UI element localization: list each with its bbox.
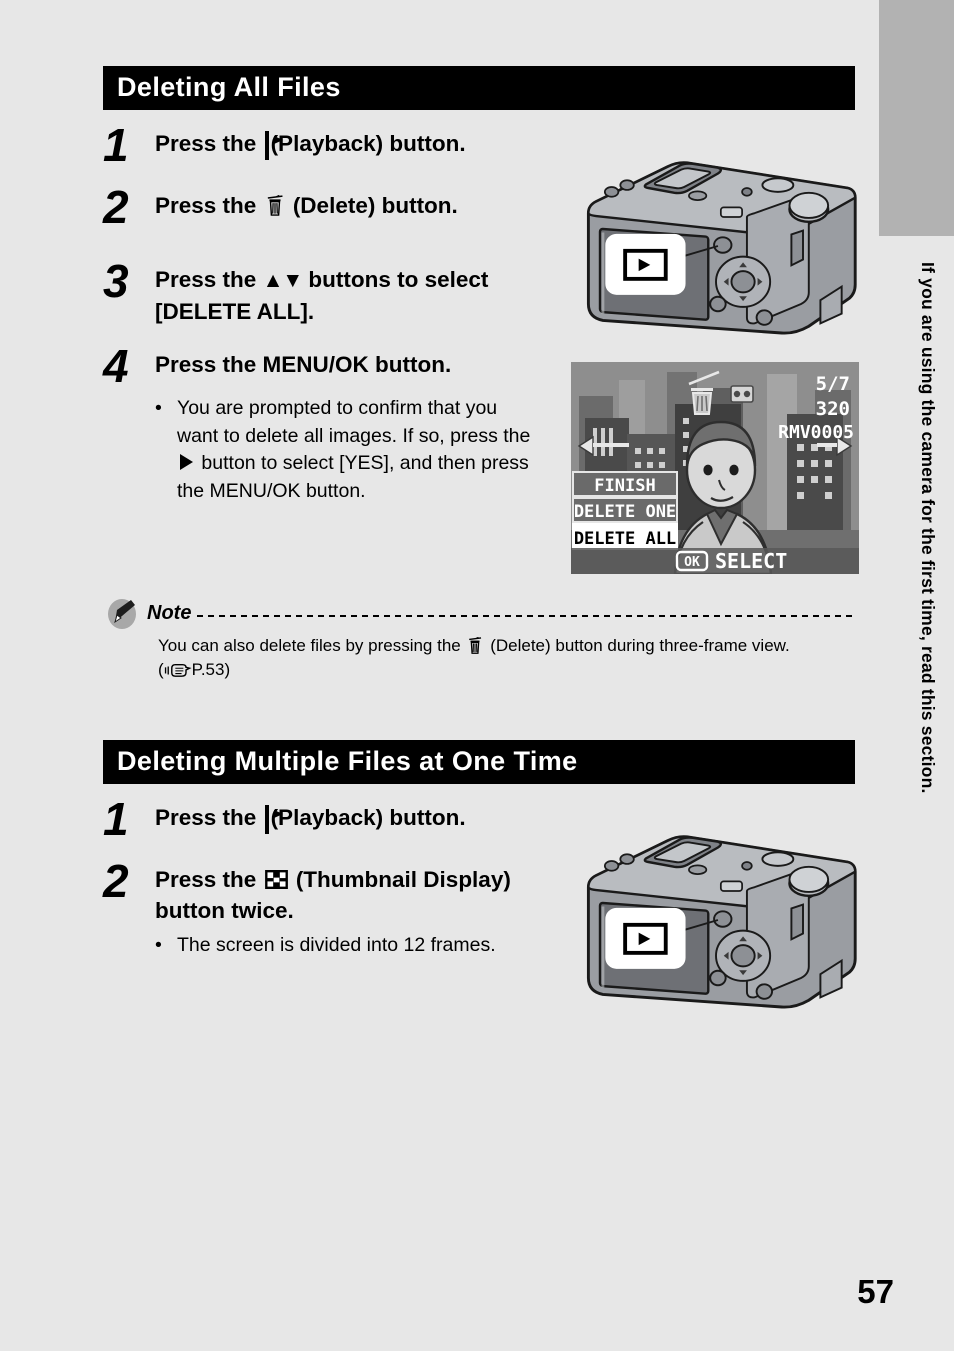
bullet-text: You are prompted to confirm that you wan… [177,395,537,505]
note-ref-page: P.53 [191,660,225,679]
step-2-thumbnail-display: 2 Press the (Thumbnail Display) button t… [103,858,571,926]
bullet-text-part2: button to select [YES], and then press t… [177,452,529,502]
step-text-pre: Press the [155,267,263,292]
note-body: You can also delete files by pressing th… [158,634,855,682]
note-dashed-rule [197,614,855,617]
step-4-bullet: • You are prompted to confirm that you w… [155,395,571,505]
step-3-select-delete-all: 3 Press the ▲▼ buttons to select [DELETE… [103,258,571,327]
step-body: Press the MENU/OK button. [155,352,452,377]
edge-index-tab [879,0,954,236]
lcd-footer-label: SELECT [715,549,787,573]
lcd-menu-list: FINISH DELETE ONE DELETE ALL [572,471,678,550]
note-label: Note [147,602,192,624]
lcd-resolution: 320 [816,398,850,420]
note-text-part2: (Delete) button during three-frame view. [485,636,790,655]
thumbnail-display-icon [264,870,288,889]
step-text-pre: Press the [155,805,263,830]
lcd-menu-item-delete-all: DELETE ALL [574,529,676,549]
section-2-figure-column [571,784,861,1018]
step-4-press-menu-ok: 4 Press the MENU/OK button. [103,343,571,389]
step-1-playback: 1 Press the (Playback) button. [103,122,571,168]
step-text-pre: Press the [155,131,263,156]
section-2-text-column: 1 Press the (Playback) button. 2 Press t… [103,784,571,960]
camera-illustration-playback [586,161,857,335]
lcd-menu-item-delete-one: DELETE ONE [574,502,676,522]
note-text-part1: You can also delete files by pressing th… [158,636,466,655]
step-text-pre: Press the [155,193,263,218]
step-number: 4 [103,340,129,392]
step-number: 2 [103,855,129,907]
note-header: Note [103,596,855,630]
step-1-playback: 1 Press the (Playback) button. [103,796,571,842]
page-number: 57 [857,1273,894,1310]
note-block: Note You can also delete files by pressi… [103,596,855,682]
playback-icon [264,131,269,160]
step-body: Press the (Thumbnail Display) button twi… [155,858,571,926]
section-1-text-column: 1 Press the (Playback) button. 2 Press t… [103,110,571,505]
section-header-deleting-multiple-files: Deleting Multiple Files at One Time [103,740,855,784]
delete-trash-icon [469,637,482,654]
camera-illustration-playback [586,835,857,1009]
section-1-figure-column: 5/7 320 RMV0005 FINISH DELETE ONE DELETE… [571,110,861,574]
step-2-bullet: • The screen is divided into 12 frames. [155,932,571,960]
step-text-post: (Delete) button. [286,193,458,218]
step-number: 1 [103,793,129,845]
step-body: Press the (Playback) button. [155,796,466,835]
section-header-deleting-all-files: Deleting All Files [103,66,855,110]
step-number: 1 [103,119,129,171]
lcd-menu-item-finish: FINISH [594,476,655,496]
lcd-screen-delete-menu: 5/7 320 RMV0005 FINISH DELETE ONE DELETE… [571,362,859,574]
lcd-frame-counter: 5/7 [816,373,850,395]
page-content: Deleting All Files 1 Press the (Playback… [103,0,859,1018]
delete-trash-icon [267,195,283,216]
lcd-ok-button-glyph: OK [684,555,700,570]
step-text-post: (Playback) button. [270,805,466,830]
step-text-post: (Playback) button. [270,131,466,156]
step-2-delete: 2 Press the (Delete) button. [103,184,571,230]
step-body: Press the (Playback) button. [155,122,466,161]
playback-icon [264,805,269,834]
note-ref-close: ) [224,660,231,679]
step-body: Press the (Delete) button. [155,184,458,221]
lcd-file-name: RMV0005 [778,422,854,443]
pointing-hand-icon [164,663,192,677]
bullet-dot: • [155,397,162,419]
up-down-arrows-icon: ▲▼ [262,269,304,292]
bullet-text-part1: You are prompted to confirm that you wan… [177,397,531,447]
step-body: Press the ▲▼ buttons to select [DELETE A… [155,258,571,327]
right-arrow-icon [180,454,193,470]
bullet-text: The screen is divided into 12 frames. [177,934,496,956]
bullet-dot: • [155,934,162,956]
step-number: 2 [103,181,129,233]
step-number: 3 [103,255,129,307]
section-2-body: 1 Press the (Playback) button. 2 Press t… [103,784,857,1018]
step-text-pre: Press the [155,867,263,892]
side-running-text: If you are using the camera for the firs… [918,262,938,794]
section-1-body: 1 Press the (Playback) button. 2 Press t… [103,110,859,574]
note-pencil-icon [108,599,136,629]
